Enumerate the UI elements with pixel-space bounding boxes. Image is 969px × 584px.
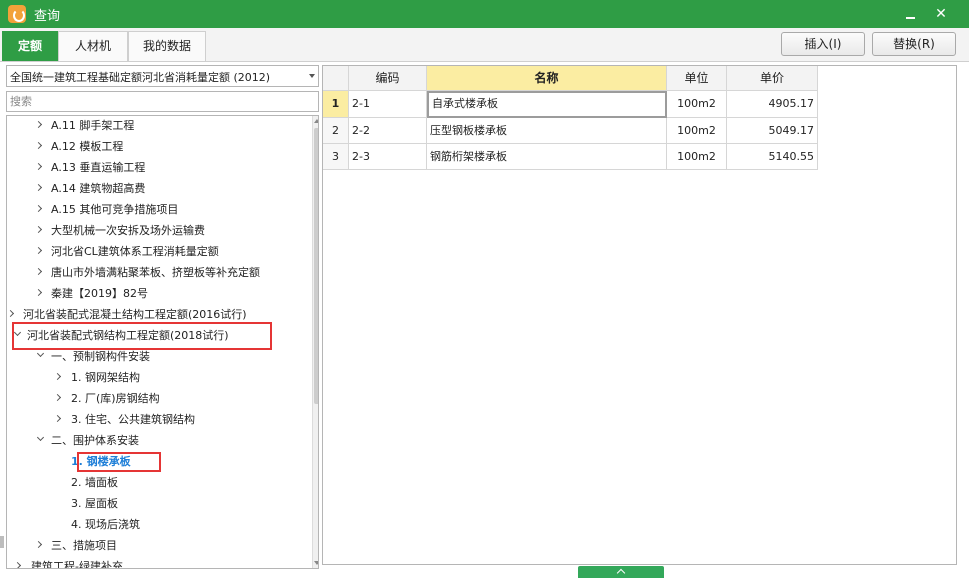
cell-price[interactable]: 5140.55 xyxy=(727,144,818,170)
grid-header-num xyxy=(323,66,349,91)
chevron-right-icon[interactable] xyxy=(34,162,43,171)
search-input[interactable] xyxy=(6,91,319,112)
tree-scrollbar[interactable] xyxy=(312,116,318,568)
scroll-up-icon[interactable] xyxy=(314,119,318,123)
panel-resize-handle[interactable] xyxy=(0,536,4,548)
tab-materials[interactable]: 人材机 xyxy=(58,31,128,61)
cell-price[interactable]: 4905.17 xyxy=(727,91,818,118)
chevron-right-icon[interactable] xyxy=(34,141,43,150)
cell-code[interactable]: 2-2 xyxy=(349,118,427,144)
library-select[interactable]: 全国统一建筑工程基础定额河北省消耗量定额 (2012) xyxy=(6,65,319,87)
chevron-right-icon[interactable] xyxy=(7,309,15,318)
chevron-down-icon[interactable] xyxy=(309,74,315,78)
grid-header-name[interactable]: 名称 xyxy=(427,66,667,91)
chevron-right-icon[interactable] xyxy=(34,246,43,255)
close-icon[interactable]: ✕ xyxy=(930,4,952,24)
row-number[interactable]: 3 xyxy=(323,144,349,170)
row-number[interactable]: 2 xyxy=(323,118,349,144)
replace-button[interactable]: 替换(R) xyxy=(872,32,956,56)
cell-unit[interactable]: 100m2 xyxy=(667,144,727,170)
chevron-right-icon[interactable] xyxy=(34,183,43,192)
grid-header-price[interactable]: 单价 xyxy=(727,66,818,91)
grid-header-unit[interactable]: 单位 xyxy=(667,66,727,91)
cell-name[interactable]: 压型钢板楼承板 xyxy=(427,118,667,144)
grid-header-code[interactable]: 编码 xyxy=(349,66,427,91)
tab-bar: 定额 人材机 我的数据 插入(I) 替换(R) xyxy=(0,28,969,62)
chevron-right-icon[interactable] xyxy=(34,225,43,234)
highlight-box xyxy=(77,452,161,472)
highlight-box xyxy=(12,322,272,350)
tab-my-data[interactable]: 我的数据 xyxy=(128,31,206,61)
chevron-right-icon[interactable] xyxy=(53,393,62,402)
app-logo-icon xyxy=(8,5,26,23)
tab-quota[interactable]: 定额 xyxy=(2,31,58,61)
chevron-right-icon[interactable] xyxy=(34,288,43,297)
cell-price[interactable]: 5049.17 xyxy=(727,118,818,144)
chevron-down-icon[interactable] xyxy=(36,349,45,358)
expand-panel-button[interactable] xyxy=(578,566,664,578)
left-panel: 全国统一建筑工程基础定额河北省消耗量定额 (2012) A.11 脚手架工程 A… xyxy=(0,62,322,584)
chevron-down-icon[interactable] xyxy=(36,433,45,442)
library-select-value: 全国统一建筑工程基础定额河北省消耗量定额 (2012) xyxy=(10,71,271,84)
chevron-right-icon[interactable] xyxy=(34,204,43,213)
chevron-right-icon[interactable] xyxy=(53,372,62,381)
chevron-right-icon[interactable] xyxy=(34,267,43,276)
chevron-right-icon[interactable] xyxy=(53,414,62,423)
row-number[interactable]: 1 xyxy=(323,91,349,118)
cell-code[interactable]: 2-3 xyxy=(349,144,427,170)
cell-unit[interactable]: 100m2 xyxy=(667,118,727,144)
scroll-down-icon[interactable] xyxy=(314,561,318,565)
cell-name[interactable]: 自承式楼承板 xyxy=(427,91,667,118)
chevron-right-icon[interactable] xyxy=(34,540,43,549)
minimize-icon[interactable] xyxy=(900,4,922,24)
results-grid: 编码 名称 单位 单价 1 2-1 自承式楼承板 100m2 4905.17 2… xyxy=(322,65,957,565)
insert-button[interactable]: 插入(I) xyxy=(781,32,865,56)
chevron-right-icon[interactable] xyxy=(13,561,22,568)
chevron-right-icon[interactable] xyxy=(34,120,43,129)
cell-unit[interactable]: 100m2 xyxy=(667,91,727,118)
scrollbar-thumb[interactable] xyxy=(314,128,318,404)
title-bar: 查询 ✕ xyxy=(0,0,969,28)
window-title: 查询 xyxy=(34,9,61,24)
chapter-tree: A.11 脚手架工程 A.12 模板工程 A.13 垂直运输工程 A.14 建筑… xyxy=(6,115,319,569)
cell-code[interactable]: 2-1 xyxy=(349,91,427,118)
cell-name[interactable]: 钢筋桁架楼承板 xyxy=(427,144,667,170)
